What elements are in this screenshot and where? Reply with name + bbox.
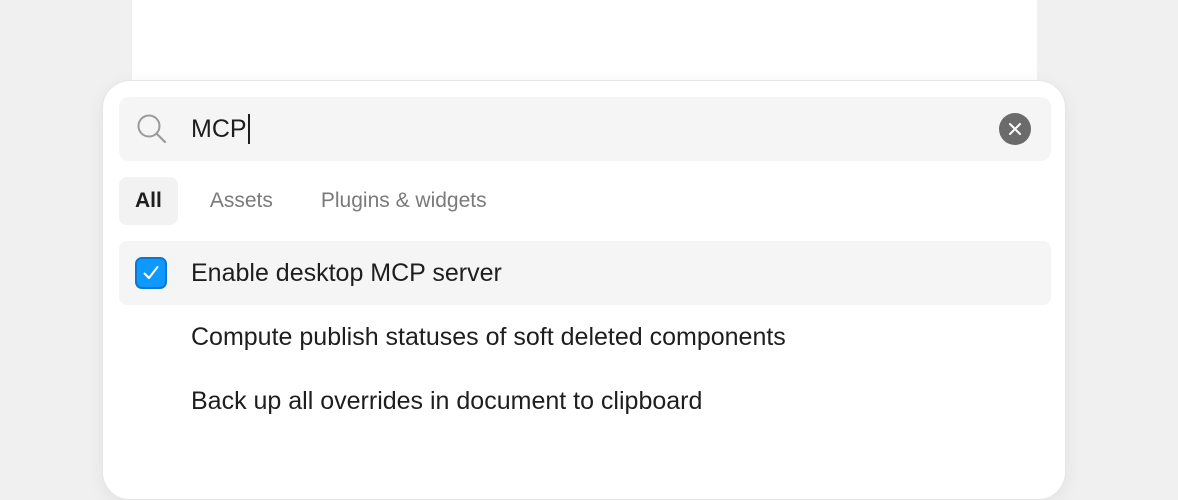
result-label: Enable desktop MCP server xyxy=(191,259,502,287)
result-item-compute-publish-statuses[interactable]: Compute publish statuses of soft deleted… xyxy=(119,305,1051,369)
tab-plugins-widgets[interactable]: Plugins & widgets xyxy=(321,177,487,225)
filter-tabs: All Assets Plugins & widgets xyxy=(119,177,487,225)
text-caret xyxy=(247,114,250,144)
clear-search-button[interactable] xyxy=(999,113,1031,145)
search-icon xyxy=(136,113,168,145)
checkmark-icon xyxy=(141,263,161,283)
result-label: Back up all overrides in document to cli… xyxy=(191,387,703,415)
tab-all[interactable]: All xyxy=(119,177,178,225)
result-item-enable-desktop-mcp-server[interactable]: Enable desktop MCP server xyxy=(119,241,1051,305)
tab-assets[interactable]: Assets xyxy=(210,177,273,225)
search-query-text: MCP xyxy=(191,115,247,143)
search-input[interactable]: MCP xyxy=(191,111,250,147)
close-icon xyxy=(1008,122,1022,136)
quick-actions-palette: MCP All Assets Plugins & widgets Enable … xyxy=(102,80,1066,500)
result-item-back-up-overrides[interactable]: Back up all overrides in document to cli… xyxy=(119,369,1051,433)
result-label: Compute publish statuses of soft deleted… xyxy=(191,323,786,351)
enabled-checkbox[interactable] xyxy=(135,257,167,289)
search-bar: MCP xyxy=(119,97,1051,161)
